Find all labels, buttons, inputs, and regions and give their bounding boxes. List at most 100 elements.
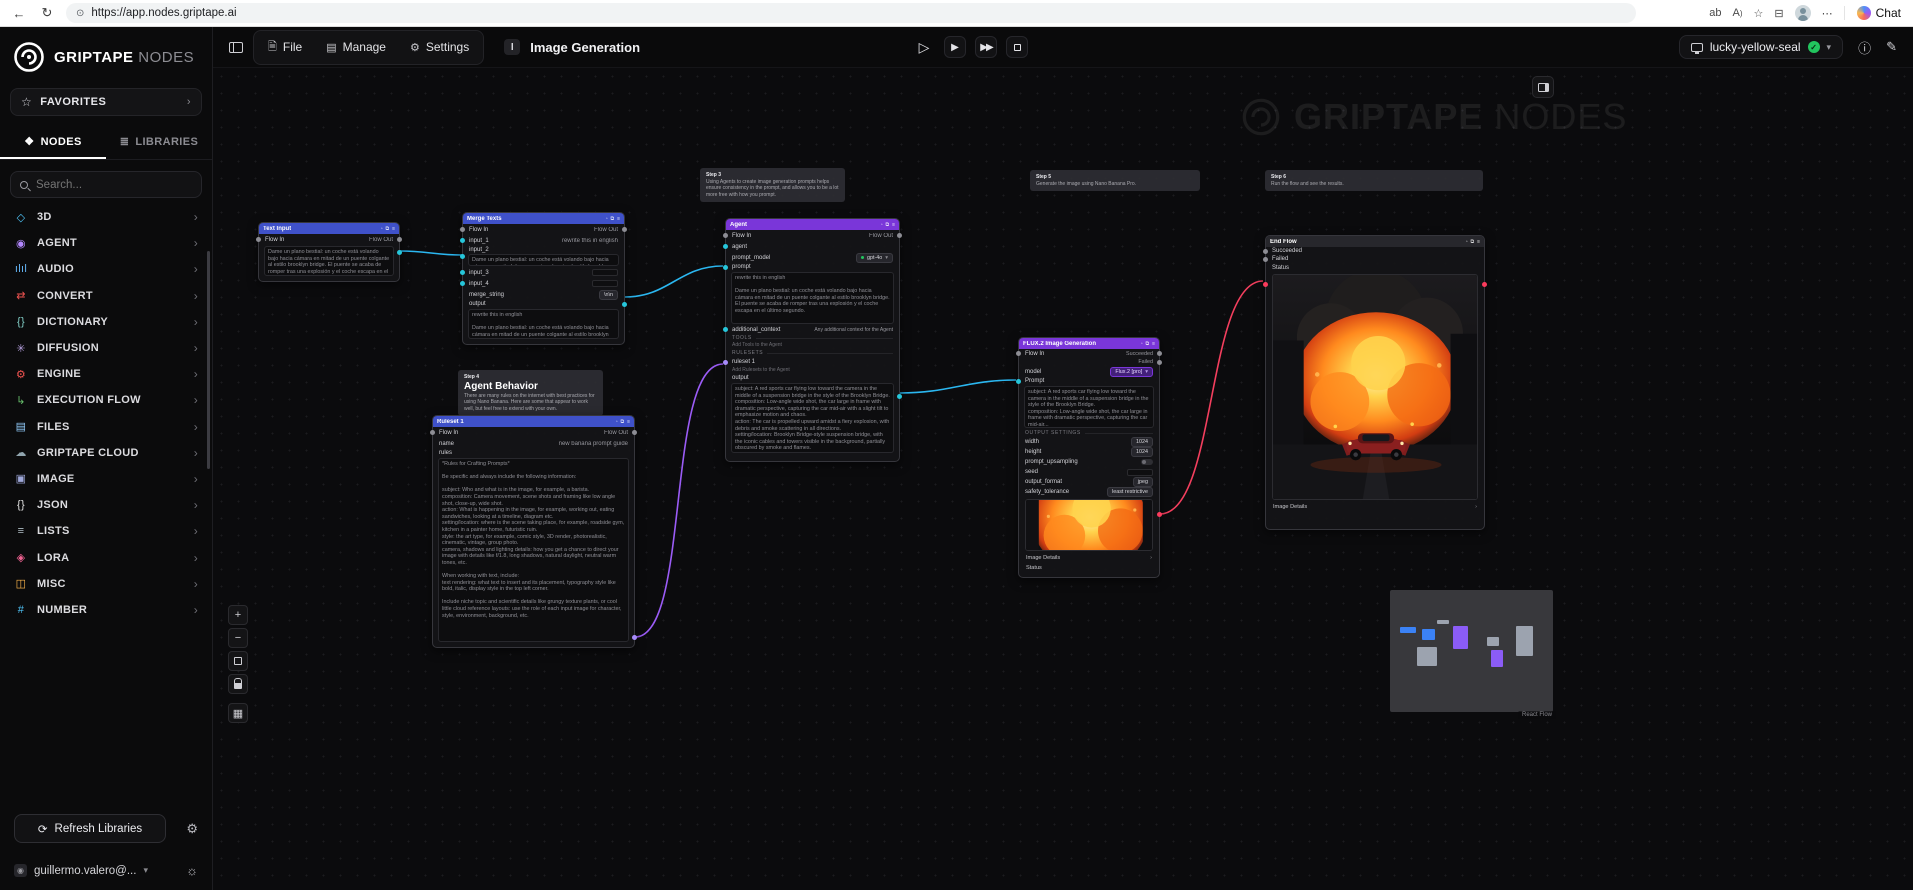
port-failed-in[interactable] — [1263, 256, 1268, 262]
node-header[interactable]: Text Input ▫ ⧉ ≡ — [259, 223, 399, 234]
port-output[interactable] — [897, 394, 902, 399]
info-icon[interactable]: ⓘ — [1858, 38, 1871, 57]
sidebar-item-dictionary[interactable]: {} DICTIONARY › — [0, 309, 212, 335]
engine-connection-dropdown[interactable]: lucky-yellow-seal ✓ ▾ — [1678, 35, 1844, 59]
node-merge-texts[interactable]: Merge Texts ▫ ⧉ ≡ Flow In Flow Out input_1… — [460, 212, 627, 345]
port-prompt[interactable] — [723, 264, 728, 270]
node-end-flow[interactable]: End Flow ▫ ⧉ ≡ Succeeded Failed Status I… — [1263, 235, 1487, 530]
input-3-field[interactable] — [592, 269, 618, 276]
favorites-section[interactable]: ☆ FAVORITES › — [10, 88, 202, 116]
workflow-canvas[interactable]: GRIPTAPE NODES Text Input ▫ ⧉ ≡ Flow In Fl — [213, 68, 1913, 890]
node-header[interactable]: Merge Texts ▫ ⧉ ≡ — [463, 213, 624, 224]
port-image-out[interactable] — [1482, 282, 1487, 287]
text-value[interactable]: Dame un plano bestial: un coche está vol… — [264, 246, 394, 276]
prompt-value[interactable]: rewrite this in english Dame un plano be… — [731, 272, 894, 324]
image-details-row[interactable]: Image Details › — [1266, 502, 1484, 512]
minimap[interactable] — [1390, 590, 1553, 712]
sidebar-item-files[interactable]: ▤ FILES › — [0, 414, 212, 440]
port-input-2[interactable] — [460, 254, 465, 259]
refresh-libraries-button[interactable]: ⟳ Refresh Libraries — [14, 814, 166, 843]
port-image-out[interactable] — [1157, 512, 1162, 517]
edge-merge-to-agent[interactable] — [624, 265, 724, 298]
refresh-icon[interactable]: ↻ — [38, 5, 56, 21]
user-account-row[interactable]: ◉ guillermo.valero@... ▾ ☼ — [14, 863, 198, 878]
node-header[interactable]: Agent ▫ ⧉ ≡ — [726, 219, 899, 230]
node-lock-icon[interactable]: ▫ — [1141, 341, 1143, 347]
fit-view-button[interactable] — [228, 651, 248, 671]
browser-menu-icon[interactable]: ⋯ — [1822, 7, 1833, 20]
port-text-out[interactable] — [397, 250, 402, 255]
edge-textinput-to-merge[interactable] — [399, 250, 463, 256]
node-lock-icon[interactable]: ▫ — [381, 226, 383, 232]
port-output[interactable] — [622, 301, 627, 307]
node-menu-icon[interactable]: ≡ — [617, 216, 620, 222]
port-flow-in[interactable] — [430, 430, 435, 435]
node-lock-icon[interactable]: ▫ — [881, 222, 883, 228]
merge-string-value[interactable]: \n\n — [599, 289, 618, 300]
sidebar-item-audio[interactable]: ılıl AUDIO › — [0, 256, 212, 282]
node-menu-icon[interactable]: ≡ — [627, 419, 630, 425]
node-lock-icon[interactable]: ▫ — [1466, 239, 1468, 245]
node-lock-icon[interactable]: ▫ — [606, 216, 608, 222]
port-agent[interactable] — [723, 244, 728, 249]
node-lock-icon[interactable]: ▫ — [616, 419, 618, 425]
node-text-input[interactable]: Text Input ▫ ⧉ ≡ Flow In Flow Out Dame un … — [256, 222, 402, 282]
tab-libraries[interactable]: ≣ LIBRARIES — [106, 126, 212, 159]
theme-toggle-icon[interactable]: ☼ — [186, 863, 198, 878]
chat-button[interactable]: Chat — [1843, 6, 1901, 20]
node-expand-icon[interactable]: ⧉ — [886, 222, 890, 228]
image-details-row[interactable]: Image Details › — [1019, 553, 1159, 563]
favorite-star-icon[interactable]: ☆ — [1754, 7, 1764, 20]
read-aloud-icon[interactable]: A) — [1733, 7, 1743, 19]
input-4-field[interactable] — [592, 280, 618, 287]
brush-icon[interactable]: ✎ — [1886, 39, 1897, 55]
site-info-icon[interactable]: ⊙ — [76, 8, 84, 19]
address-bar[interactable]: ⊙ https://app.nodes.griptape.ai — [66, 3, 1636, 23]
result-image[interactable] — [1272, 274, 1478, 500]
output-format-select[interactable]: jpeg — [1132, 477, 1153, 487]
node-flux-image-generation[interactable]: FLUX.2 Image Generation ▫ ⧉ ≡ Flow In Succ… — [1016, 337, 1162, 578]
port-additional-context[interactable] — [723, 327, 728, 332]
sidebar-item-lists[interactable]: ≡ LISTS › — [0, 518, 212, 544]
width-value[interactable]: 1024 — [1131, 437, 1153, 447]
node-expand-icon[interactable]: ⧉ — [1146, 341, 1150, 347]
sidebar-item-lora[interactable]: ◈ LORA › — [0, 544, 212, 570]
sidebar-item-number[interactable]: # NUMBER › — [0, 597, 212, 623]
prompt-model-select[interactable]: gpt-4o ▾ — [855, 252, 893, 263]
zoom-in-button[interactable]: + — [228, 605, 248, 625]
rules-value[interactable]: *Rules for Crafting Prompts* Be specific… — [438, 458, 629, 642]
node-expand-icon[interactable]: ⧉ — [611, 216, 615, 222]
sidebar-item-convert[interactable]: ⇄ CONVERT › — [0, 283, 212, 309]
port-input-1[interactable] — [460, 238, 465, 243]
port-succeeded[interactable] — [1157, 351, 1162, 356]
zoom-out-button[interactable]: − — [228, 628, 248, 648]
model-select[interactable]: Flux.2 [pro] ▾ — [1110, 366, 1153, 377]
sidebar-item-json[interactable]: {} JSON › — [0, 492, 212, 518]
node-header[interactable]: End Flow ▫ ⧉ ≡ — [1266, 236, 1484, 247]
node-header[interactable]: FLUX.2 Image Generation ▫ ⧉ ≡ — [1019, 338, 1159, 349]
node-menu-icon[interactable]: ≡ — [392, 226, 395, 232]
settings-menu-button[interactable]: ⚙ Settings — [399, 36, 480, 58]
input-2-value[interactable]: Dame un plano bestial: un coche está vol… — [468, 254, 619, 266]
sidebar-item-engine[interactable]: ⚙ ENGINE › — [0, 361, 212, 387]
prompt-upsampling-toggle[interactable] — [1141, 459, 1153, 465]
stop-button[interactable] — [1006, 36, 1028, 58]
port-flow-out[interactable] — [622, 227, 627, 232]
sidebar-item-misc[interactable]: ◫ MISC › — [0, 571, 212, 597]
sidebar-toggle-icon[interactable] — [229, 41, 243, 53]
node-agent[interactable]: Agent ▫ ⧉ ≡ Flow In Flow Out agent prompt_… — [723, 218, 902, 462]
port-failed[interactable] — [1157, 359, 1162, 365]
note-step-5[interactable]: Step 5 Generate the image using Nano Ban… — [1030, 170, 1200, 192]
node-ruleset[interactable]: Ruleset 1 ▫ ⧉ ≡ Flow In Flow Out name new … — [430, 415, 637, 648]
edge-flux-to-endflow[interactable] — [1159, 280, 1264, 515]
prompt-value[interactable]: subject: A red sports car flying low tow… — [1024, 386, 1154, 428]
sidebar-item-diffusion[interactable]: ✳ DIFFUSION › — [0, 335, 212, 361]
port-input-4[interactable] — [460, 281, 465, 286]
port-flow-in[interactable] — [1016, 351, 1021, 356]
manage-menu-button[interactable]: ▤ Manage — [315, 36, 397, 58]
sidebar-item-agent[interactable]: ◉ AGENT › — [0, 230, 212, 256]
note-step-4[interactable]: Step 4 Agent Behavior There are many rul… — [458, 370, 603, 416]
node-menu-icon[interactable]: ≡ — [892, 222, 895, 228]
port-image-in[interactable] — [1263, 282, 1268, 287]
port-prompt[interactable] — [1016, 378, 1021, 384]
